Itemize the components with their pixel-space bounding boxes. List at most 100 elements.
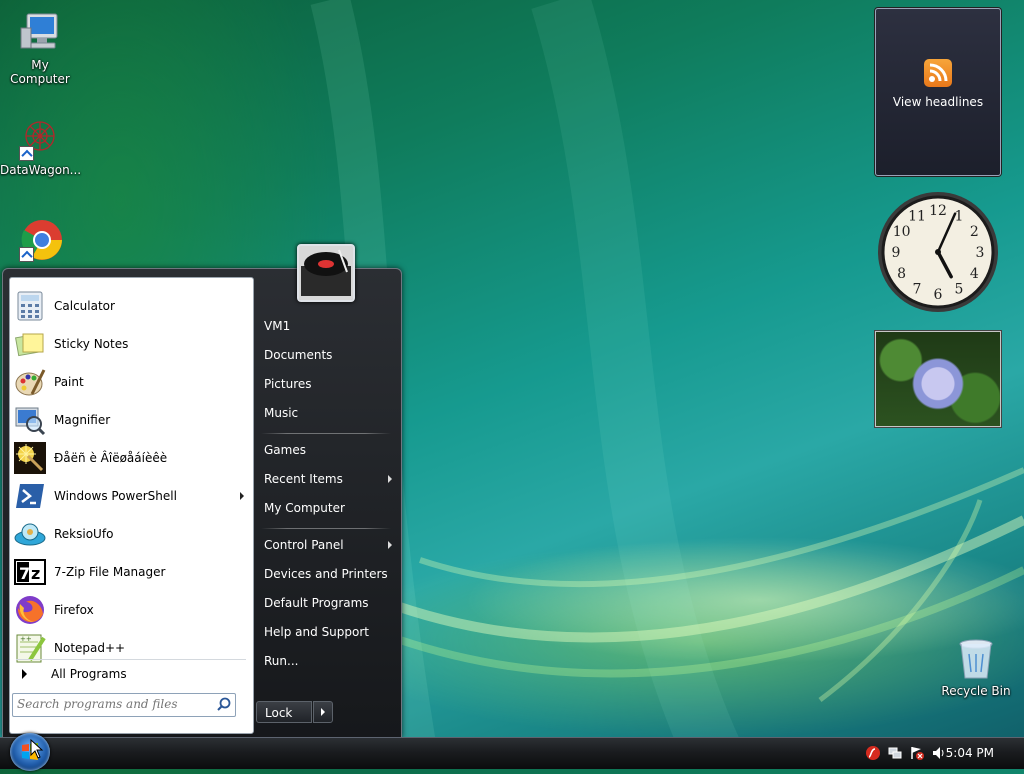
menu-item-label: My Computer xyxy=(264,501,345,515)
hydrangea-photo xyxy=(876,332,1000,426)
shortcut-arrow-icon xyxy=(19,146,34,161)
program-label: Ðåëñ è Âîëøåáíèêè xyxy=(54,451,168,465)
menu-item-run[interactable]: Run... xyxy=(264,650,394,672)
clock-numeral: 8 xyxy=(897,266,906,282)
program-label: 7-Zip File Manager xyxy=(54,565,166,579)
shutdown-options-button[interactable] xyxy=(313,701,333,723)
menu-item-label: Control Panel xyxy=(264,538,344,552)
clock-numeral: 2 xyxy=(970,224,979,240)
expand-arrow-icon xyxy=(22,669,27,679)
calculator-icon xyxy=(14,290,46,322)
clock-numeral: 9 xyxy=(892,245,901,261)
submenu-arrow-icon xyxy=(240,492,244,500)
view-headlines-link[interactable]: View headlines xyxy=(876,95,1000,109)
separator xyxy=(261,433,391,434)
molecule-icon xyxy=(17,115,63,161)
menu-item-label: Documents xyxy=(264,348,333,362)
separator xyxy=(16,659,246,660)
desktop-icon-label: Recycle Bin xyxy=(941,684,1011,698)
rss-icon xyxy=(924,59,952,87)
svg-text:7: 7 xyxy=(19,564,30,583)
svg-text:++: ++ xyxy=(20,635,32,643)
clock-numeral: 6 xyxy=(934,287,943,303)
program-paint[interactable]: Paint xyxy=(10,363,253,401)
menu-item-label: Help and Support xyxy=(264,625,369,639)
menu-item-help-support[interactable]: Help and Support xyxy=(264,621,394,643)
menu-item-label: Run... xyxy=(264,654,299,668)
search-icon[interactable] xyxy=(217,697,231,711)
clock-numeral: 7 xyxy=(913,281,922,297)
slideshow-gadget[interactable] xyxy=(875,331,1001,427)
program-label: Notepad++ xyxy=(54,641,126,655)
recycle-bin-icon xyxy=(953,636,999,682)
program-wizard-game[interactable]: Ðåëñ è Âîëøåáíèêè xyxy=(10,439,253,477)
mouse-cursor-icon xyxy=(30,739,44,759)
program-label: Paint xyxy=(54,375,84,389)
menu-item-label: Music xyxy=(264,406,299,420)
all-programs-button[interactable]: All Programs xyxy=(10,661,253,687)
sticky-notes-icon xyxy=(14,328,46,360)
menu-item-devices-printers[interactable]: Devices and Printers xyxy=(264,563,394,585)
clock-numeral: 5 xyxy=(955,281,964,297)
svg-text:z: z xyxy=(31,564,40,583)
program-7zip[interactable]: 7z 7-Zip File Manager xyxy=(10,553,253,591)
menu-item-documents[interactable]: Documents xyxy=(264,344,394,366)
system-tray xyxy=(838,737,1024,768)
turntable-icon xyxy=(299,246,353,300)
lock-button[interactable]: Lock xyxy=(256,701,312,723)
clock-gadget[interactable]: 12 1 2 3 4 5 6 7 8 9 10 11 xyxy=(876,190,1000,314)
desktop-icon-chrome[interactable] xyxy=(0,216,80,264)
magnifier-icon xyxy=(14,404,46,436)
clock-numeral: 12 xyxy=(929,203,947,219)
menu-item-recent-items[interactable]: Recent Items xyxy=(264,468,394,490)
menu-item-label: Games xyxy=(264,443,306,457)
menu-item-control-panel[interactable]: Control Panel xyxy=(264,534,394,556)
menu-item-pictures[interactable]: Pictures xyxy=(264,373,394,395)
desktop-icon-recycle-bin[interactable]: Recycle Bin xyxy=(936,636,1016,698)
chrome-icon xyxy=(17,216,63,262)
menu-item-my-computer[interactable]: My Computer xyxy=(264,497,394,519)
search-input[interactable] xyxy=(17,694,207,714)
feed-headlines-gadget[interactable]: View headlines xyxy=(875,8,1001,176)
menu-item-user-folder[interactable]: VM1 xyxy=(264,315,394,337)
clock-numeral: 3 xyxy=(976,245,985,261)
program-reksioufo[interactable]: ReksioUfo xyxy=(10,515,253,553)
program-label: Sticky Notes xyxy=(54,337,129,351)
menu-item-default-programs[interactable]: Default Programs xyxy=(264,592,394,614)
clock-numeral: 11 xyxy=(908,209,926,225)
menu-item-label: VM1 xyxy=(264,319,291,333)
desktop-icon-datawagon[interactable]: DataWagon... xyxy=(0,115,82,177)
desktop-icon-my-computer[interactable]: My Computer xyxy=(0,10,80,86)
program-windows-powershell[interactable]: Windows PowerShell xyxy=(10,477,253,515)
desktop-icon-label: My Computer xyxy=(10,58,70,86)
network-icon[interactable] xyxy=(888,746,902,760)
programs-pane: Calculator Sticky Notes Paint Magnifier … xyxy=(9,277,254,734)
user-picture[interactable] xyxy=(297,244,355,302)
all-programs-label: All Programs xyxy=(51,667,127,681)
program-label: Magnifier xyxy=(54,413,111,427)
program-label: Firefox xyxy=(54,603,94,617)
program-sticky-notes[interactable]: Sticky Notes xyxy=(10,325,253,363)
submenu-arrow-icon xyxy=(388,541,392,549)
program-firefox[interactable]: Firefox xyxy=(10,591,253,629)
volume-icon[interactable] xyxy=(932,746,946,760)
program-magnifier[interactable]: Magnifier xyxy=(10,401,253,439)
taskbar-clock[interactable]: 5:04 PM xyxy=(946,746,994,760)
7zip-icon: 7z xyxy=(14,556,46,588)
separator xyxy=(261,528,391,529)
shortcut-arrow-icon xyxy=(19,247,34,262)
firefox-icon xyxy=(14,594,46,626)
menu-item-music[interactable]: Music xyxy=(264,402,394,424)
ufo-icon xyxy=(14,518,46,550)
flash-icon[interactable] xyxy=(866,746,880,760)
action-center-icon[interactable] xyxy=(910,746,924,760)
menu-item-label: Recent Items xyxy=(264,472,343,486)
desktop-icon-label: DataWagon... xyxy=(0,163,82,177)
program-calculator[interactable]: Calculator xyxy=(10,287,253,325)
program-label: Calculator xyxy=(54,299,115,313)
search-box[interactable] xyxy=(12,693,236,717)
program-label: ReksioUfo xyxy=(54,527,114,541)
clock-numeral: 1 xyxy=(955,209,964,225)
menu-item-games[interactable]: Games xyxy=(264,439,394,461)
start-menu: Calculator Sticky Notes Paint Magnifier … xyxy=(2,268,402,738)
